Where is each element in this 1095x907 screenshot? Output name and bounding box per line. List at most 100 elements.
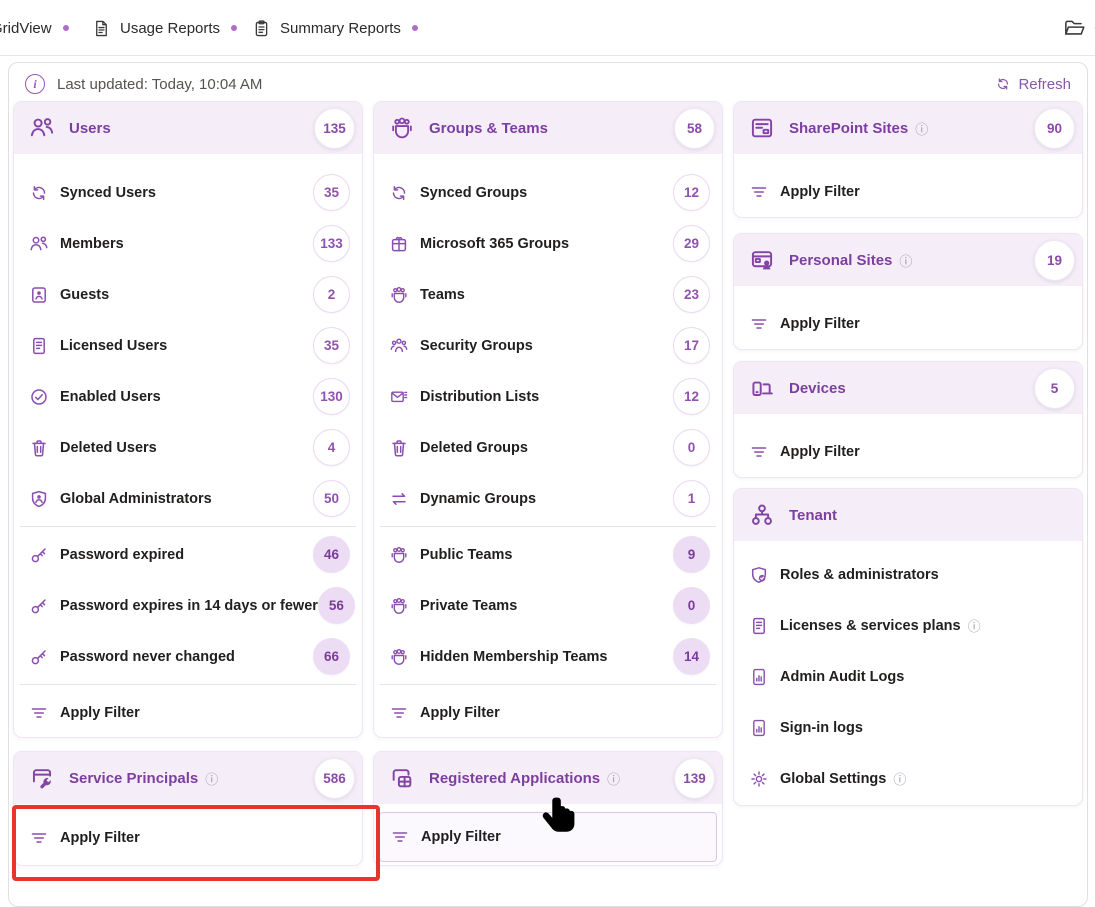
item-distribution-lists[interactable]: Distribution Lists 12: [374, 371, 722, 422]
card-body: Synced Groups 12 Microsoft 365 Groups 29…: [374, 154, 722, 738]
card-header-service-principals[interactable]: Service Principals ⓘ 586: [14, 752, 362, 804]
item-password-expires-soon[interactable]: Password expires in 14 days or fewer 56: [14, 580, 362, 631]
item-label: Deleted Groups: [420, 440, 528, 456]
info-icon[interactable]: ⓘ: [899, 251, 912, 270]
shield-check-icon: [749, 565, 769, 585]
item-synced-users[interactable]: Synced Users 35: [14, 167, 362, 218]
card-sharepoint-sites: SharePoint Sites ⓘ 90 Apply Filter: [733, 101, 1083, 218]
personal-sites-icon: [749, 247, 775, 273]
info-icon[interactable]: ⓘ: [205, 769, 218, 788]
apply-filter-groups[interactable]: Apply Filter: [374, 687, 722, 738]
info-icon[interactable]: ⓘ: [893, 769, 906, 788]
count-badge: 14: [673, 638, 710, 675]
card-personal-sites: Personal Sites ⓘ 19 Apply Filter: [733, 233, 1083, 350]
card-title: Personal Sites: [789, 252, 892, 269]
info-icon[interactable]: ⓘ: [607, 769, 620, 788]
devices-icon: [749, 375, 775, 401]
license-doc-icon: [749, 616, 769, 636]
item-label: Public Teams: [420, 547, 512, 563]
dashboard-header: i Last updated: Today, 10:04 AM Refresh: [9, 63, 1087, 105]
item-roles-administrators[interactable]: Roles & administrators: [734, 549, 1082, 600]
box-icon: [389, 234, 409, 254]
item-admin-audit-logs[interactable]: Admin Audit Logs: [734, 651, 1082, 702]
item-password-expired[interactable]: Password expired 46: [14, 529, 362, 580]
swap-icon: [389, 489, 409, 509]
card-title: SharePoint Sites: [789, 120, 908, 137]
item-password-never-changed[interactable]: Password never changed 66: [14, 631, 362, 682]
count-badge: 23: [673, 276, 710, 313]
item-label: Synced Users: [60, 185, 156, 201]
info-icon[interactable]: i: [25, 74, 45, 94]
card-header-devices[interactable]: Devices 5: [734, 362, 1082, 414]
count-badge: 35: [313, 327, 350, 364]
apply-filter-users[interactable]: Apply Filter: [14, 687, 362, 738]
card-body: Synced Users 35 Members 133 Guests 2 Lic…: [14, 154, 362, 738]
count-badge: 29: [673, 225, 710, 262]
item-deleted-groups[interactable]: Deleted Groups 0: [374, 422, 722, 473]
card-service-principals: Service Principals ⓘ 586 Apply Filter: [13, 751, 363, 866]
item-microsoft-365-groups[interactable]: Microsoft 365 Groups 29: [374, 218, 722, 269]
apply-filter-devices[interactable]: Apply Filter: [734, 426, 1082, 477]
card-header-groups-teams[interactable]: Groups & Teams 58: [374, 102, 722, 154]
tab-usage-reports[interactable]: Usage Reports: [92, 0, 237, 56]
apply-filter-service-principals[interactable]: Apply Filter: [14, 812, 362, 863]
guest-icon: [29, 285, 49, 305]
item-global-administrators[interactable]: Global Administrators 50: [14, 473, 362, 524]
apply-filter-label: Apply Filter: [420, 705, 500, 721]
apply-filter-sharepoint[interactable]: Apply Filter: [734, 166, 1082, 217]
item-public-teams[interactable]: Public Teams 9: [374, 529, 722, 580]
count-badge: 50: [313, 480, 350, 517]
item-hidden-membership-teams[interactable]: Hidden Membership Teams 14: [374, 631, 722, 682]
card-users: Users 135 Synced Users 35 Members 133 Gu…: [13, 101, 363, 738]
info-icon[interactable]: ⓘ: [968, 616, 981, 635]
item-label: Distribution Lists: [420, 389, 539, 405]
refresh-button[interactable]: Refresh: [995, 76, 1071, 93]
count-badge: 19: [1034, 240, 1075, 281]
item-sign-in-logs[interactable]: Sign-in logs: [734, 702, 1082, 753]
tab-summary-reports[interactable]: Summary Reports: [252, 0, 418, 56]
item-global-settings[interactable]: Global Settings ⓘ: [734, 753, 1082, 804]
item-security-groups[interactable]: Security Groups 17: [374, 320, 722, 371]
item-enabled-users[interactable]: Enabled Users 130: [14, 371, 362, 422]
item-label: Synced Groups: [420, 185, 527, 201]
card-header-tenant[interactable]: Tenant: [734, 489, 1082, 541]
item-licenses-services-plans[interactable]: Licenses & services plans ⓘ: [734, 600, 1082, 651]
card-header-sharepoint-sites[interactable]: SharePoint Sites ⓘ 90: [734, 102, 1082, 154]
item-guests[interactable]: Guests 2: [14, 269, 362, 320]
card-header-personal-sites[interactable]: Personal Sites ⓘ 19: [734, 234, 1082, 286]
key-icon: [29, 596, 49, 616]
card-header-users[interactable]: Users 135: [14, 102, 362, 154]
filter-icon: [29, 703, 49, 723]
doc-chart-icon: [749, 667, 769, 687]
card-groups-teams: Groups & Teams 58 Synced Groups 12 Micro…: [373, 101, 723, 738]
item-licensed-users[interactable]: Licensed Users 35: [14, 320, 362, 371]
document-icon: [92, 19, 111, 38]
item-label: Password never changed: [60, 649, 235, 665]
trash-icon: [29, 438, 49, 458]
item-label: Deleted Users: [60, 440, 157, 456]
card-title: Users: [69, 120, 111, 137]
filter-icon: [749, 314, 769, 334]
card-devices: Devices 5 Apply Filter: [733, 361, 1083, 478]
item-private-teams[interactable]: Private Teams 0: [374, 580, 722, 631]
item-synced-groups[interactable]: Synced Groups 12: [374, 167, 722, 218]
item-members[interactable]: Members 133: [14, 218, 362, 269]
card-tenant: Tenant Roles & administrators Licenses &…: [733, 488, 1083, 806]
tab-overflow[interactable]: C: [1063, 0, 1095, 56]
filter-icon: [389, 703, 409, 723]
count-badge: 90: [1034, 108, 1075, 149]
tab-gridview[interactable]: GridView: [0, 0, 69, 56]
key-icon: [29, 647, 49, 667]
divider: [380, 526, 716, 527]
item-deleted-users[interactable]: Deleted Users 4: [14, 422, 362, 473]
folder-icon: [1063, 17, 1085, 39]
unsaved-dot-icon: [412, 25, 418, 31]
info-icon[interactable]: ⓘ: [915, 119, 928, 138]
tenant-icon: [749, 502, 775, 528]
item-dynamic-groups[interactable]: Dynamic Groups 1: [374, 473, 722, 524]
item-label: Global Administrators: [60, 491, 212, 507]
apply-filter-personal-sites[interactable]: Apply Filter: [734, 298, 1082, 349]
item-teams[interactable]: Teams 23: [374, 269, 722, 320]
filter-icon: [390, 827, 410, 847]
sync-icon: [389, 183, 409, 203]
